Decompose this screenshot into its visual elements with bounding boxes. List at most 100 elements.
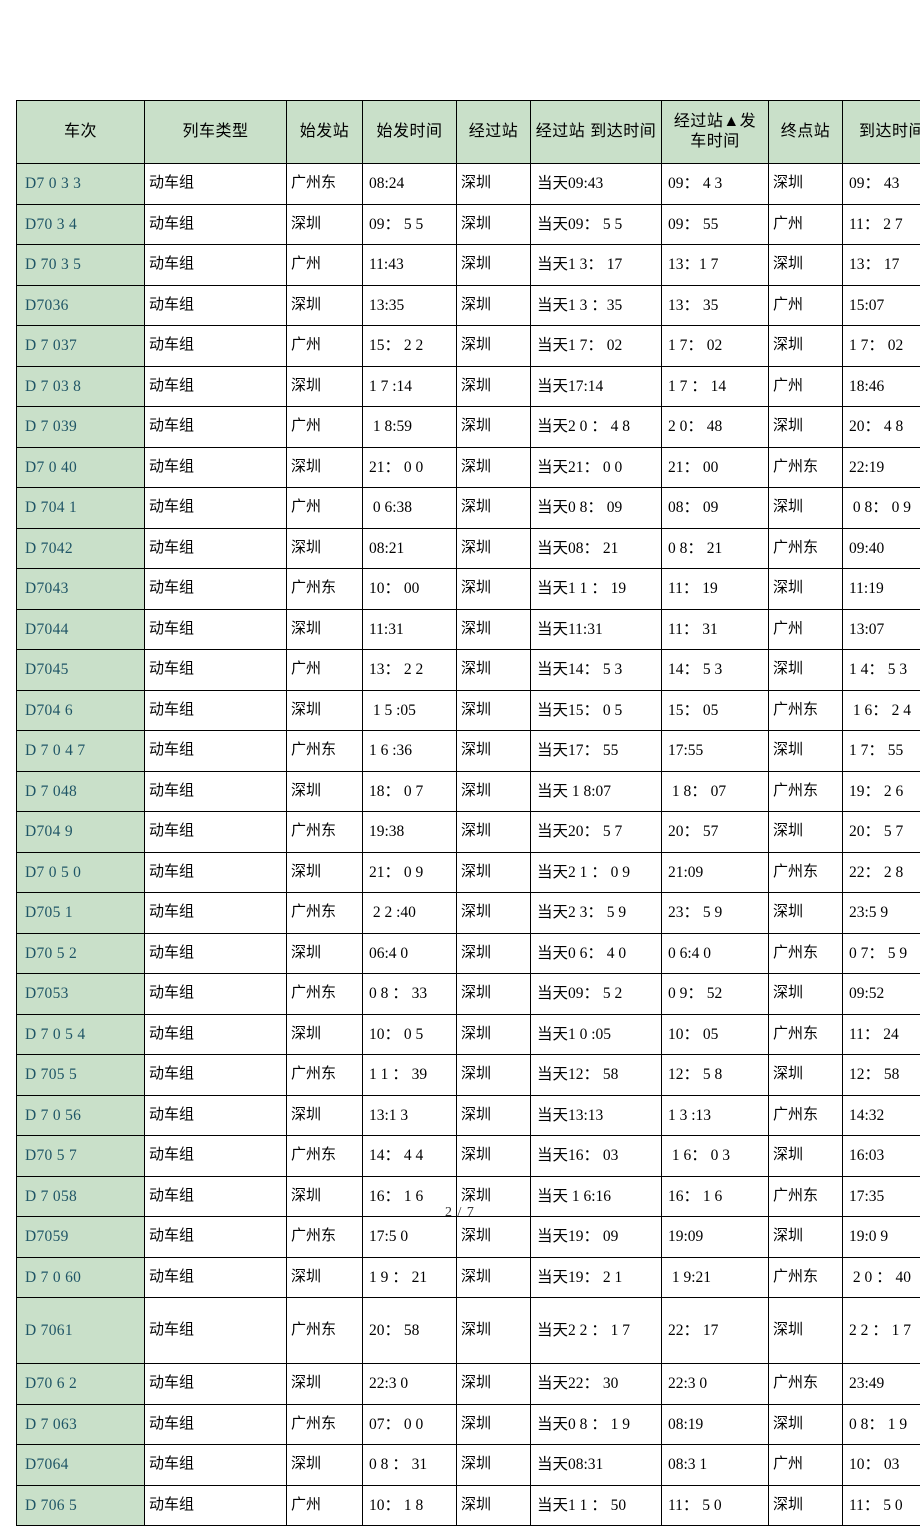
cell-arrive-time: 13： 17 xyxy=(843,245,920,286)
table-row: D7 0 5 0动车组深圳21： 0 9深圳当天2 1 ： 0 921:09广州… xyxy=(17,852,920,893)
cell-arrive-time: 1 7： 55 xyxy=(843,731,920,772)
table-row: D70 6 2动车组深圳22:3 0深圳当天22： 3022:3 0广州东23:… xyxy=(17,1364,920,1405)
cell-train-no: D7043 xyxy=(17,569,145,610)
cell-via-arrive: 当天21： 0 0 xyxy=(531,447,662,488)
cell-via-depart: 10： 05 xyxy=(662,1014,769,1055)
cell-origin: 广州东 xyxy=(287,812,363,853)
cell-via-depart: 08:19 xyxy=(662,1404,769,1445)
cell-depart-time: 06:4 0 xyxy=(363,933,457,974)
cell-destination: 深圳 xyxy=(769,893,843,934)
cell-train-no: D 7 0 60 xyxy=(17,1257,145,1298)
cell-via-station: 深圳 xyxy=(457,245,531,286)
cell-depart-time: 21： 0 0 xyxy=(363,447,457,488)
cell-via-station: 深圳 xyxy=(457,1257,531,1298)
cell-via-depart: 1 6： 0 3 xyxy=(662,1136,769,1177)
cell-destination: 深圳 xyxy=(769,1055,843,1096)
column-header-via-depart: 经过站▲发 车时间 xyxy=(662,101,769,164)
cell-train-no: D 7 063 xyxy=(17,1404,145,1445)
cell-train-no: D70 5 2 xyxy=(17,933,145,974)
cell-train-type: 动车组 xyxy=(145,569,287,610)
table-row: D 7 0 60动车组深圳1 9 ： 21深圳当天19： 2 1 1 9:21广… xyxy=(17,1257,920,1298)
cell-depart-time: 10： 1 8 xyxy=(363,1485,457,1526)
cell-destination: 深圳 xyxy=(769,1217,843,1258)
cell-origin: 广州东 xyxy=(287,569,363,610)
cell-arrive-time: 0 7： 5 9 xyxy=(843,933,920,974)
cell-destination: 广州东 xyxy=(769,447,843,488)
column-header-via-arrive: 经过站 到达时间 xyxy=(531,101,662,164)
cell-via-station: 深圳 xyxy=(457,1404,531,1445)
cell-depart-time: 20： 58 xyxy=(363,1298,457,1364)
cell-arrive-time: 12： 58 xyxy=(843,1055,920,1096)
cell-via-depart: 23： 5 9 xyxy=(662,893,769,934)
cell-origin: 深圳 xyxy=(287,771,363,812)
cell-via-arrive: 当天 1 8:07 xyxy=(531,771,662,812)
cell-train-no: D 7042 xyxy=(17,528,145,569)
cell-train-type: 动车组 xyxy=(145,1445,287,1486)
cell-via-station: 深圳 xyxy=(457,326,531,367)
cell-via-arrive: 当天20： 5 7 xyxy=(531,812,662,853)
cell-train-type: 动车组 xyxy=(145,1136,287,1177)
column-header-train-type: 列车类型 xyxy=(145,101,287,164)
cell-via-arrive: 当天1 3 ：35 xyxy=(531,285,662,326)
cell-via-arrive: 当天19： 2 1 xyxy=(531,1257,662,1298)
cell-origin: 深圳 xyxy=(287,690,363,731)
table-row: D7045动车组广州13： 2 2深圳当天14： 5 314： 5 3深圳1 4… xyxy=(17,650,920,691)
cell-arrive-time: 20： 5 7 xyxy=(843,812,920,853)
cell-depart-time: 17:5 0 xyxy=(363,1217,457,1258)
cell-destination: 广州东 xyxy=(769,1014,843,1055)
table-row: D7 0 3 3动车组广州东08:24深圳当天09:4309： 4 3深圳09：… xyxy=(17,164,920,205)
column-header-depart-time: 始发时间 xyxy=(363,101,457,164)
cell-train-type: 动车组 xyxy=(145,893,287,934)
cell-via-station: 深圳 xyxy=(457,1298,531,1364)
cell-arrive-time: 19： 2 6 xyxy=(843,771,920,812)
cell-train-type: 动车组 xyxy=(145,528,287,569)
cell-train-type: 动车组 xyxy=(145,1055,287,1096)
cell-train-no: D 7 0 56 xyxy=(17,1095,145,1136)
cell-origin: 深圳 xyxy=(287,1095,363,1136)
cell-via-arrive: 当天17:14 xyxy=(531,366,662,407)
cell-train-type: 动车组 xyxy=(145,852,287,893)
cell-arrive-time: 09:52 xyxy=(843,974,920,1015)
cell-destination: 深圳 xyxy=(769,1136,843,1177)
cell-via-station: 深圳 xyxy=(457,1364,531,1405)
cell-train-no: D7059 xyxy=(17,1217,145,1258)
cell-via-arrive: 当天2 0 ： 4 8 xyxy=(531,407,662,448)
cell-train-no: D7 0 5 0 xyxy=(17,852,145,893)
train-timetable: 车次 列车类型 始发站 始发时间 经过站 经过站 到达时间 经过站▲发 车时间 … xyxy=(16,100,920,1526)
cell-via-depart: 09： 4 3 xyxy=(662,164,769,205)
cell-depart-time: 1 6 :36 xyxy=(363,731,457,772)
cell-train-type: 动车组 xyxy=(145,326,287,367)
cell-train-no: D 7061 xyxy=(17,1298,145,1364)
cell-origin: 广州 xyxy=(287,1485,363,1526)
table-row: D 70 3 5动车组广州11:43深圳当天1 3： 1713：1 7深圳13：… xyxy=(17,245,920,286)
cell-train-type: 动车组 xyxy=(145,1364,287,1405)
cell-arrive-time: 11:19 xyxy=(843,569,920,610)
cell-via-depart: 08:3 1 xyxy=(662,1445,769,1486)
cell-origin: 广州东 xyxy=(287,1217,363,1258)
table-row: D7043动车组广州东10： 00深圳当天1 1 ： 1911： 19深圳11:… xyxy=(17,569,920,610)
cell-destination: 广州东 xyxy=(769,852,843,893)
cell-train-no: D 7 039 xyxy=(17,407,145,448)
cell-arrive-time: 1 4： 5 3 xyxy=(843,650,920,691)
cell-depart-time: 11:31 xyxy=(363,609,457,650)
cell-via-arrive: 当天1 0 :05 xyxy=(531,1014,662,1055)
cell-arrive-time: 09:40 xyxy=(843,528,920,569)
cell-via-depart: 1 7 ： 14 xyxy=(662,366,769,407)
cell-train-no: D 706 5 xyxy=(17,1485,145,1526)
cell-via-station: 深圳 xyxy=(457,1014,531,1055)
cell-via-depart: 21:09 xyxy=(662,852,769,893)
cell-origin: 深圳 xyxy=(287,1364,363,1405)
cell-train-type: 动车组 xyxy=(145,974,287,1015)
table-body: D7 0 3 3动车组广州东08:24深圳当天09:4309： 4 3深圳09：… xyxy=(17,164,920,1526)
cell-via-station: 深圳 xyxy=(457,893,531,934)
cell-destination: 广州 xyxy=(769,285,843,326)
cell-train-type: 动车组 xyxy=(145,690,287,731)
cell-depart-time: 10： 00 xyxy=(363,569,457,610)
cell-depart-time: 14： 4 4 xyxy=(363,1136,457,1177)
cell-via-arrive: 当天09:43 xyxy=(531,164,662,205)
cell-via-depart: 21： 00 xyxy=(662,447,769,488)
cell-origin: 深圳 xyxy=(287,609,363,650)
cell-arrive-time: 11： 5 0 xyxy=(843,1485,920,1526)
cell-train-no: D70 5 7 xyxy=(17,1136,145,1177)
cell-via-depart: 1 7： 02 xyxy=(662,326,769,367)
